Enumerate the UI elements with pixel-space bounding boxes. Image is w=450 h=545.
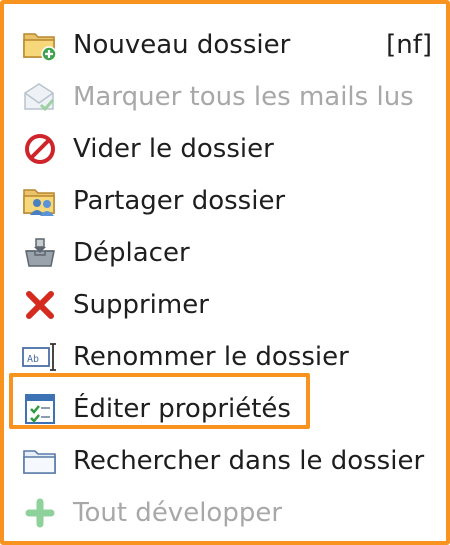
menu-item-label: Nouveau dossier [73, 30, 291, 60]
menu-item-label: Rechercher dans le dossier [73, 446, 425, 476]
properties-icon [20, 389, 60, 429]
menu-item-renommer-dossier[interactable]: Ab Renommer le dossier [20, 335, 432, 379]
rename-icon: Ab [20, 337, 60, 377]
shared-folder-icon [20, 181, 60, 221]
context-menu: Nouveau dossier [nf] Marquer tous les ma… [0, 0, 450, 545]
menu-item-label: Partager dossier [73, 186, 286, 216]
menu-item-editer-proprietes[interactable]: Éditer propriétés [20, 387, 432, 431]
menu-item-label: Vider le dossier [73, 134, 274, 164]
menu-item-label: Supprimer [73, 290, 209, 320]
menu-item-marquer-lus[interactable]: Marquer tous les mails lus [20, 75, 432, 119]
plus-icon [20, 493, 60, 533]
menu-item-deplacer[interactable]: Déplacer [20, 231, 432, 275]
delete-x-icon [20, 285, 60, 325]
menu-item-supprimer[interactable]: Supprimer [20, 283, 432, 327]
menu-item-rechercher-dossier[interactable]: Rechercher dans le dossier [20, 439, 432, 483]
menu-item-vider-dossier[interactable]: Vider le dossier [20, 127, 432, 171]
mark-read-envelope-icon [20, 77, 60, 117]
menu-item-label: Éditer propriétés [73, 394, 291, 424]
menu-item-label: Renommer le dossier [73, 342, 349, 372]
menu-item-nouveau-dossier[interactable]: Nouveau dossier [nf] [20, 23, 432, 67]
folder-icon [20, 441, 60, 481]
menu-item-partager-dossier[interactable]: Partager dossier [20, 179, 432, 223]
svg-text:Ab: Ab [27, 354, 39, 365]
menu-item-label: Tout développer [73, 498, 283, 528]
prohibited-icon [20, 129, 60, 169]
shortcut-hint: [nf] [386, 30, 432, 60]
menu-item-label: Déplacer [73, 238, 190, 268]
new-folder-icon [20, 25, 60, 65]
menu-item-label: Marquer tous les mails lus [73, 82, 414, 112]
menu-item-tout-developper[interactable]: Tout développer [20, 491, 432, 535]
move-tray-icon [20, 233, 60, 273]
